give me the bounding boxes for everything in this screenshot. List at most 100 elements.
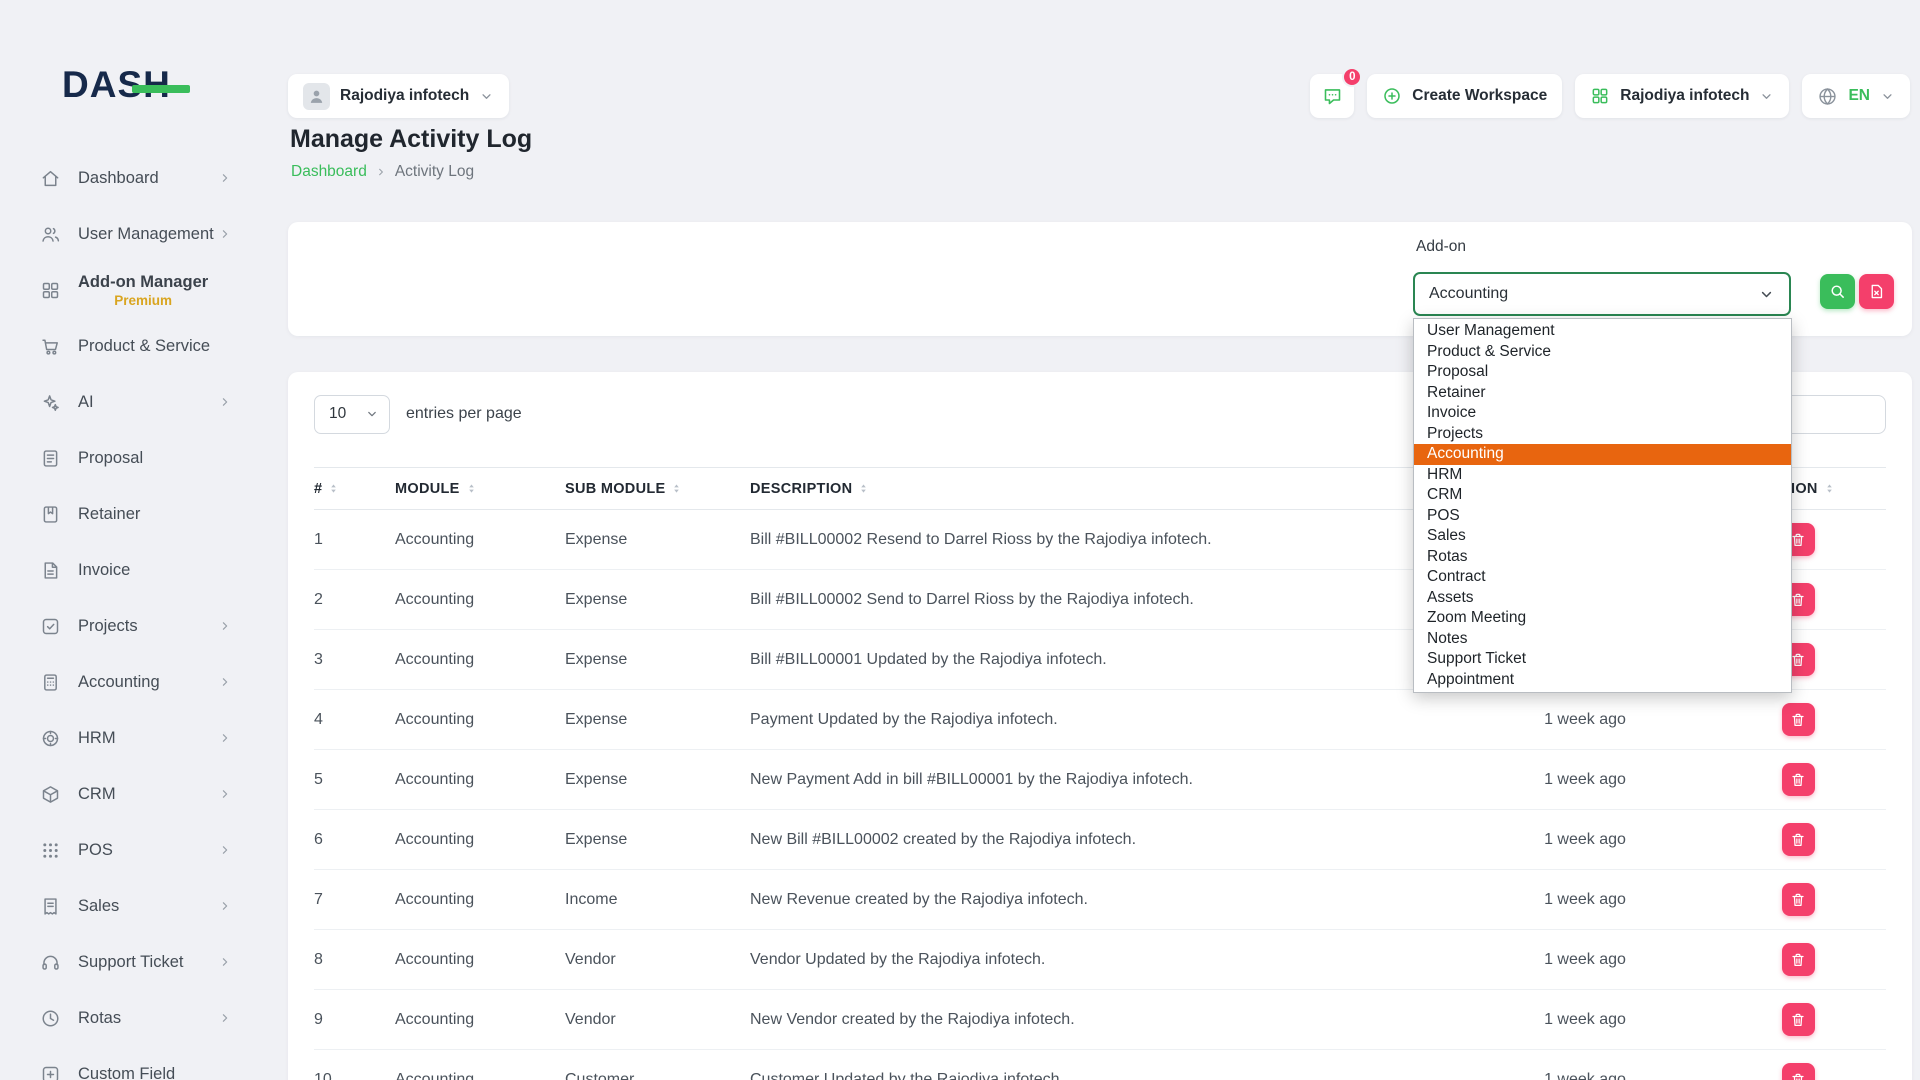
breadcrumb-dashboard-link[interactable]: Dashboard xyxy=(291,163,367,181)
sort-icon xyxy=(1823,482,1836,495)
sidebar-item-dashboard[interactable]: Dashboard xyxy=(0,150,262,206)
row-number: 4 xyxy=(314,690,395,750)
row-submodule: Expense xyxy=(565,690,750,750)
messages-badge: 0 xyxy=(1342,67,1362,87)
workspace-selector[interactable]: Rajodiya infotech xyxy=(288,74,509,118)
delete-button[interactable] xyxy=(1782,1003,1815,1036)
addon-option-contract[interactable]: Contract xyxy=(1414,567,1791,588)
addon-option-accounting[interactable]: Accounting xyxy=(1414,444,1791,465)
addon-option-proposal[interactable]: Proposal xyxy=(1414,362,1791,383)
row-number: 10 xyxy=(314,1050,395,1080)
sidebar-item-add-on-manager[interactable]: Add-on ManagerPremium xyxy=(0,262,262,318)
addon-option-product-service[interactable]: Product & Service xyxy=(1414,342,1791,363)
addon-option-pos[interactable]: POS xyxy=(1414,506,1791,527)
sidebar-item-invoice[interactable]: Invoice xyxy=(0,542,262,598)
addon-option-sales[interactable]: Sales xyxy=(1414,526,1791,547)
sidebar-item-text: Product & Service xyxy=(78,337,210,356)
row-date: 1 week ago xyxy=(1460,690,1710,750)
messages-button[interactable]: 0 xyxy=(1310,74,1354,118)
language-selector[interactable]: EN xyxy=(1802,74,1910,118)
sidebar-item-label: Retainer xyxy=(78,505,140,524)
company-selector[interactable]: Rajodiya infotech xyxy=(1575,74,1789,118)
addon-option-support-ticket[interactable]: Support Ticket xyxy=(1414,649,1791,670)
sidebar-item-text: POS xyxy=(78,841,113,860)
app-logo[interactable]: DASH xyxy=(62,64,171,110)
sidebar-item-text: CRM xyxy=(78,785,116,804)
entries-select-value: 10 xyxy=(329,405,346,423)
column-header-description[interactable]: DESCRIPTION xyxy=(750,468,1460,510)
delete-button[interactable] xyxy=(1782,763,1815,796)
sparkle-icon xyxy=(40,392,61,413)
reset-filter-button[interactable] xyxy=(1859,274,1894,309)
column-header-sub-module[interactable]: SUB MODULE xyxy=(565,468,750,510)
sidebar-item-projects[interactable]: Projects xyxy=(0,598,262,654)
sidebar-item-accounting[interactable]: Accounting xyxy=(0,654,262,710)
sidebar-item-support-ticket[interactable]: Support Ticket xyxy=(0,934,262,990)
chevron-right-icon xyxy=(218,843,232,857)
sidebar-item-text: User Management xyxy=(78,225,214,244)
delete-button[interactable] xyxy=(1782,1063,1815,1080)
addon-select[interactable]: Accounting xyxy=(1413,272,1791,316)
addon-option-retainer[interactable]: Retainer xyxy=(1414,383,1791,404)
addon-option-appointment[interactable]: Appointment xyxy=(1414,670,1791,691)
row-date: 1 week ago xyxy=(1460,990,1710,1050)
delete-button[interactable] xyxy=(1782,943,1815,976)
sidebar-item-crm[interactable]: CRM xyxy=(0,766,262,822)
search-icon xyxy=(1829,283,1846,300)
person-icon xyxy=(307,87,326,106)
sidebar-item-label: Dashboard xyxy=(78,169,159,188)
sidebar-item-custom-field[interactable]: Custom Field xyxy=(0,1046,262,1080)
entries-per-page-select[interactable]: 10 xyxy=(314,395,390,434)
row-date: 1 week ago xyxy=(1460,870,1710,930)
sidebar-item-hrm[interactable]: HRM xyxy=(0,710,262,766)
row-description: Bill #BILL00001 Updated by the Rajodiya … xyxy=(750,630,1460,690)
sidebar-item-sales[interactable]: Sales xyxy=(0,878,262,934)
sidebar-item-product-service[interactable]: Product & Service xyxy=(0,318,262,374)
bookmark-icon xyxy=(40,504,61,525)
sidebar-item-user-management[interactable]: User Management xyxy=(0,206,262,262)
chevron-right-icon xyxy=(218,227,232,241)
row-module: Accounting xyxy=(395,690,565,750)
column-header-label: SUB MODULE xyxy=(565,481,665,497)
dots-grid-icon xyxy=(40,840,61,861)
chevron-down-icon xyxy=(1880,89,1895,104)
delete-button[interactable] xyxy=(1782,883,1815,916)
column-header-col-0[interactable]: # xyxy=(314,468,395,510)
create-workspace-button[interactable]: Create Workspace xyxy=(1367,74,1562,118)
delete-button[interactable] xyxy=(1782,823,1815,856)
activity-row: 9AccountingVendorNew Vendor created by t… xyxy=(314,990,1886,1050)
addon-option-rotas[interactable]: Rotas xyxy=(1414,547,1791,568)
addon-option-invoice[interactable]: Invoice xyxy=(1414,403,1791,424)
sidebar-item-proposal[interactable]: Proposal xyxy=(0,430,262,486)
addon-option-assets[interactable]: Assets xyxy=(1414,588,1791,609)
activity-row: 6AccountingExpenseNew Bill #BILL00002 cr… xyxy=(314,810,1886,870)
column-header-module[interactable]: MODULE xyxy=(395,468,565,510)
delete-button[interactable] xyxy=(1782,703,1815,736)
sidebar-item-pos[interactable]: POS xyxy=(0,822,262,878)
receipt-icon xyxy=(40,896,61,917)
row-number: 8 xyxy=(314,930,395,990)
search-button[interactable] xyxy=(1820,274,1855,309)
activity-row: 10AccountingCustomerCustomer Updated by … xyxy=(314,1050,1886,1080)
addon-option-crm[interactable]: CRM xyxy=(1414,485,1791,506)
sort-icon xyxy=(857,482,870,495)
users-icon xyxy=(40,224,61,245)
sidebar-item-label: Add-on Manager xyxy=(78,273,208,292)
reset-icon xyxy=(1868,283,1885,300)
addon-option-user-management[interactable]: User Management xyxy=(1414,321,1791,342)
addon-option-projects[interactable]: Projects xyxy=(1414,424,1791,445)
row-submodule: Vendor xyxy=(565,990,750,1050)
sidebar-item-retainer[interactable]: Retainer xyxy=(0,486,262,542)
row-action-cell xyxy=(1710,930,1886,990)
sidebar-item-rotas[interactable]: Rotas xyxy=(0,990,262,1046)
sidebar-item-ai[interactable]: AI xyxy=(0,374,262,430)
chevron-down-icon xyxy=(365,407,379,421)
row-module: Accounting xyxy=(395,630,565,690)
addon-option-notes[interactable]: Notes xyxy=(1414,629,1791,650)
addon-option-hrm[interactable]: HRM xyxy=(1414,465,1791,486)
addon-option-zoom-meeting[interactable]: Zoom Meeting xyxy=(1414,608,1791,629)
row-submodule: Expense xyxy=(565,630,750,690)
sidebar-item-label: AI xyxy=(78,393,94,412)
sidebar-item-label: Accounting xyxy=(78,673,160,692)
chevron-right-icon xyxy=(218,171,232,185)
